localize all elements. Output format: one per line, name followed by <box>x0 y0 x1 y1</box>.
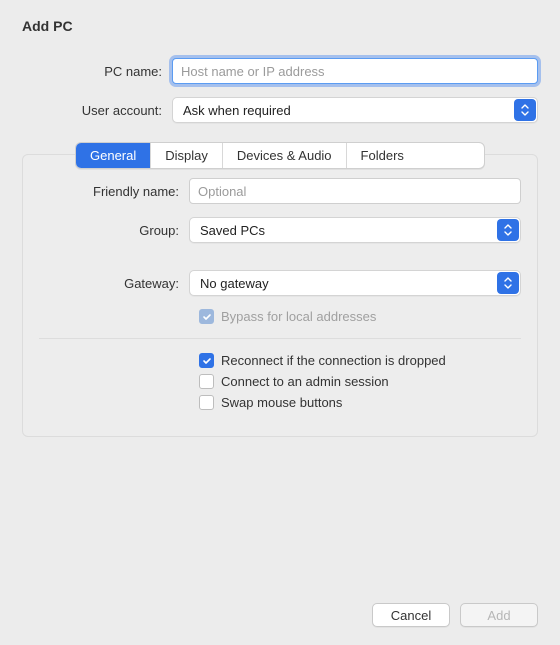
reconnect-row: Reconnect if the connection is dropped <box>199 353 521 368</box>
gateway-value: No gateway <box>200 276 269 291</box>
gateway-select[interactable]: No gateway <box>189 270 521 296</box>
reconnect-label: Reconnect if the connection is dropped <box>221 353 446 368</box>
settings-panel: General Display Devices & Audio Folders … <box>22 154 538 437</box>
divider <box>39 338 521 339</box>
reconnect-checkbox[interactable] <box>199 353 214 368</box>
tab-content-general: Friendly name: Group: Saved PCs <box>39 178 521 410</box>
group-value: Saved PCs <box>200 223 265 238</box>
admin-session-row: Connect to an admin session <box>199 374 521 389</box>
add-pc-dialog: Add PC PC name: User account: Ask when r… <box>0 0 560 645</box>
swap-mouse-label: Swap mouse buttons <box>221 395 342 410</box>
admin-session-label: Connect to an admin session <box>221 374 389 389</box>
tab-general[interactable]: General <box>76 143 151 168</box>
gateway-row: Gateway: No gateway <box>39 270 521 296</box>
pc-name-row: PC name: <box>22 58 538 84</box>
friendly-name-label: Friendly name: <box>39 184 189 199</box>
bypass-local-label: Bypass for local addresses <box>221 309 376 324</box>
user-account-label: User account: <box>22 103 172 118</box>
chevron-updown-icon <box>497 219 519 241</box>
tab-devices-audio[interactable]: Devices & Audio <box>223 143 347 168</box>
bypass-local-row: Bypass for local addresses <box>199 309 521 324</box>
chevron-updown-icon <box>497 272 519 294</box>
dialog-footer: Cancel Add <box>22 583 538 627</box>
cancel-button[interactable]: Cancel <box>372 603 450 627</box>
gateway-label: Gateway: <box>39 276 189 291</box>
admin-session-checkbox[interactable] <box>199 374 214 389</box>
tab-display[interactable]: Display <box>151 143 223 168</box>
add-button[interactable]: Add <box>460 603 538 627</box>
user-account-row: User account: Ask when required <box>22 97 538 123</box>
friendly-name-input[interactable] <box>189 178 521 204</box>
dialog-title: Add PC <box>22 18 538 34</box>
friendly-name-row: Friendly name: <box>39 178 521 204</box>
tab-bar: General Display Devices & Audio Folders <box>75 142 485 169</box>
chevron-updown-icon <box>514 99 536 121</box>
user-account-value: Ask when required <box>183 103 291 118</box>
swap-mouse-row: Swap mouse buttons <box>199 395 521 410</box>
group-row: Group: Saved PCs <box>39 217 521 243</box>
group-label: Group: <box>39 223 189 238</box>
user-account-select[interactable]: Ask when required <box>172 97 538 123</box>
swap-mouse-checkbox[interactable] <box>199 395 214 410</box>
bypass-local-checkbox <box>199 309 214 324</box>
pc-name-label: PC name: <box>22 64 172 79</box>
pc-name-input[interactable] <box>172 58 538 84</box>
group-select[interactable]: Saved PCs <box>189 217 521 243</box>
tab-folders[interactable]: Folders <box>347 143 418 168</box>
